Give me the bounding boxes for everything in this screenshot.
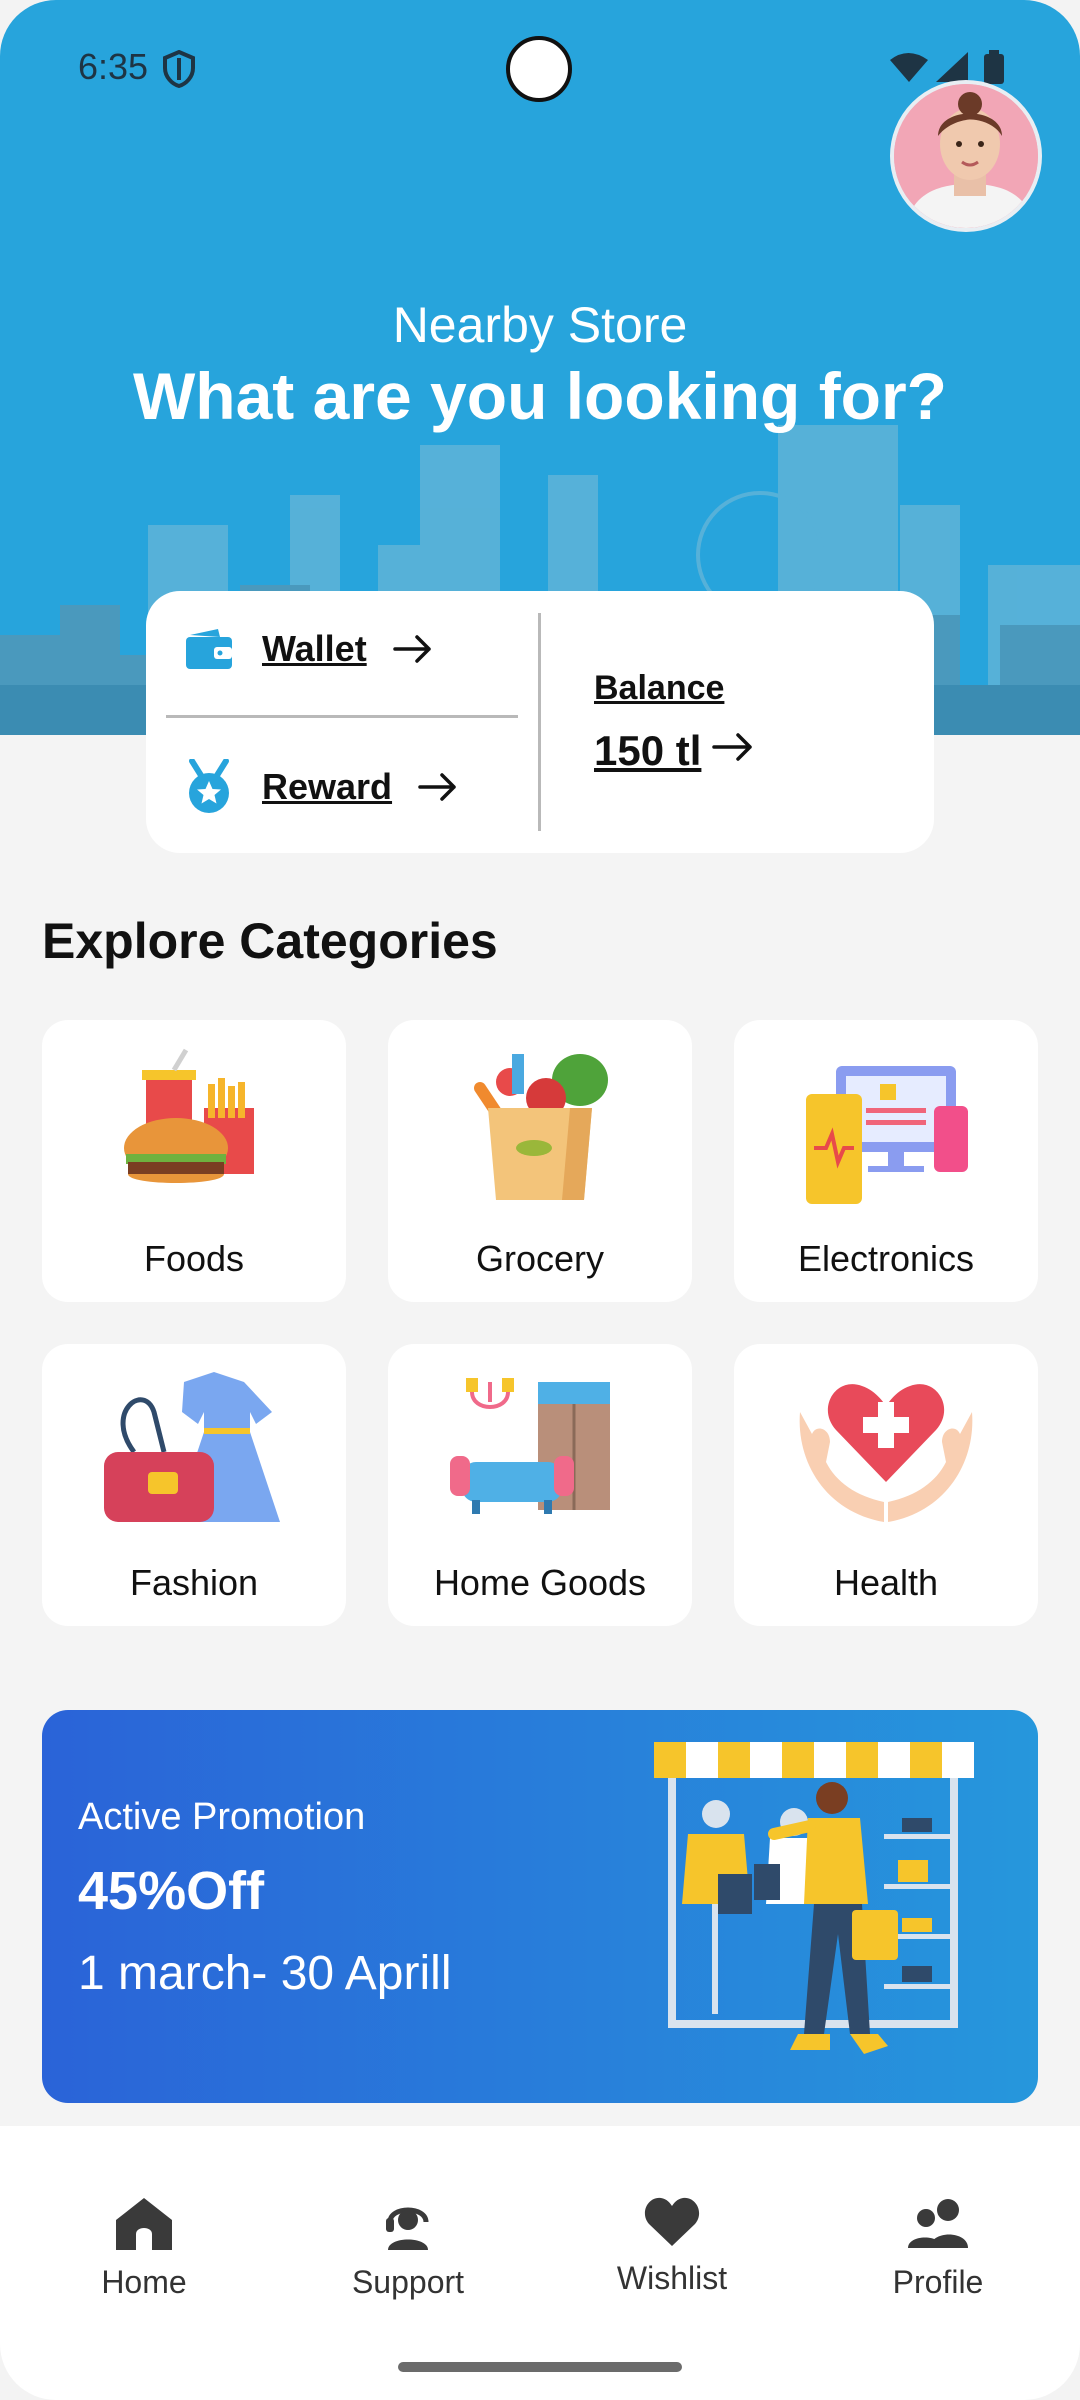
promotion-offer: 45%Off xyxy=(78,1861,265,1921)
wallet-card: Wallet Reward Balance 150 tl xyxy=(146,591,934,853)
signal-icon xyxy=(936,52,968,82)
wifi-icon xyxy=(890,53,928,82)
avatar[interactable] xyxy=(890,80,1042,232)
nav-label: Home xyxy=(101,2264,187,2300)
food-icon xyxy=(124,1048,254,1183)
category-card-grocery[interactable]: Grocery xyxy=(388,1020,692,1302)
camera-cutout xyxy=(506,36,572,102)
category-card-electronics[interactable]: Electronics xyxy=(734,1020,1038,1302)
grocery-bag-icon xyxy=(474,1054,608,1200)
hero-title: What are you looking for? xyxy=(132,359,947,433)
promotion-banner[interactable]: Active Promotion 45%Off 1 march- 30 Apri… xyxy=(42,1710,1038,2103)
arrow-right-icon xyxy=(392,635,431,663)
nav-home[interactable]: Home xyxy=(34,2196,254,2301)
home-indicator[interactable] xyxy=(398,2362,682,2372)
wallet-icon xyxy=(186,629,232,669)
health-icon xyxy=(799,1384,973,1522)
wallet-label: Wallet xyxy=(262,628,367,669)
medal-icon xyxy=(189,759,229,813)
balance-value[interactable]: 150 tl xyxy=(594,727,701,775)
promotion-dates: 1 march- 30 Aprill xyxy=(78,1947,452,2000)
nav-support[interactable]: Support xyxy=(298,2196,518,2301)
category-label: Health xyxy=(833,1562,939,1603)
electronics-icon xyxy=(806,1066,968,1204)
category-label: Home Goods xyxy=(433,1562,647,1603)
shopping-illustration xyxy=(654,1742,974,2054)
reward-link[interactable]: Reward xyxy=(184,759,458,815)
nav-label: Support xyxy=(351,2264,465,2300)
nav-label: Profile xyxy=(892,2264,984,2300)
arrow-right-icon[interactable] xyxy=(712,727,756,767)
heart-icon xyxy=(644,2197,700,2246)
promotion-label: Active Promotion xyxy=(78,1796,366,1838)
nav-profile[interactable]: Profile xyxy=(828,2196,1048,2301)
fashion-icon xyxy=(104,1372,280,1522)
category-card-health[interactable]: Health xyxy=(734,1344,1038,1626)
status-icons xyxy=(890,50,1004,84)
status-time: 6:35 xyxy=(78,46,149,87)
category-label: Electronics xyxy=(797,1238,975,1279)
home-icon xyxy=(116,2198,172,2250)
category-label: Foods xyxy=(143,1238,245,1279)
nav-label: Wishlist xyxy=(616,2260,728,2296)
user-portrait xyxy=(894,84,1038,228)
category-label: Grocery xyxy=(475,1238,605,1279)
divider xyxy=(166,715,518,718)
hero-subtitle: Nearby Store xyxy=(392,297,688,353)
bottom-navigation: Home Support Wishlist Profile xyxy=(0,2126,1080,2400)
category-card-foods[interactable]: Foods xyxy=(42,1020,346,1302)
balance-label[interactable]: Balance xyxy=(594,669,724,708)
battery-icon xyxy=(984,54,1004,84)
nav-wishlist[interactable]: Wishlist xyxy=(562,2196,782,2297)
arrow-right-icon xyxy=(418,773,456,801)
category-card-home-goods[interactable]: Home Goods xyxy=(388,1344,692,1626)
category-card-fashion[interactable]: Fashion xyxy=(42,1344,346,1626)
category-label: Fashion xyxy=(129,1562,259,1603)
home-goods-icon xyxy=(450,1378,610,1514)
profile-icon xyxy=(908,2199,968,2248)
categories-title: Explore Categories xyxy=(42,913,498,969)
divider xyxy=(538,613,541,831)
reward-label: Reward xyxy=(262,766,393,807)
shield-icon xyxy=(163,50,195,88)
support-icon xyxy=(386,2207,429,2250)
wallet-link[interactable]: Wallet xyxy=(184,627,433,671)
home-screen: 6:35 Nearby Store What are you looking f… xyxy=(0,0,1080,2400)
